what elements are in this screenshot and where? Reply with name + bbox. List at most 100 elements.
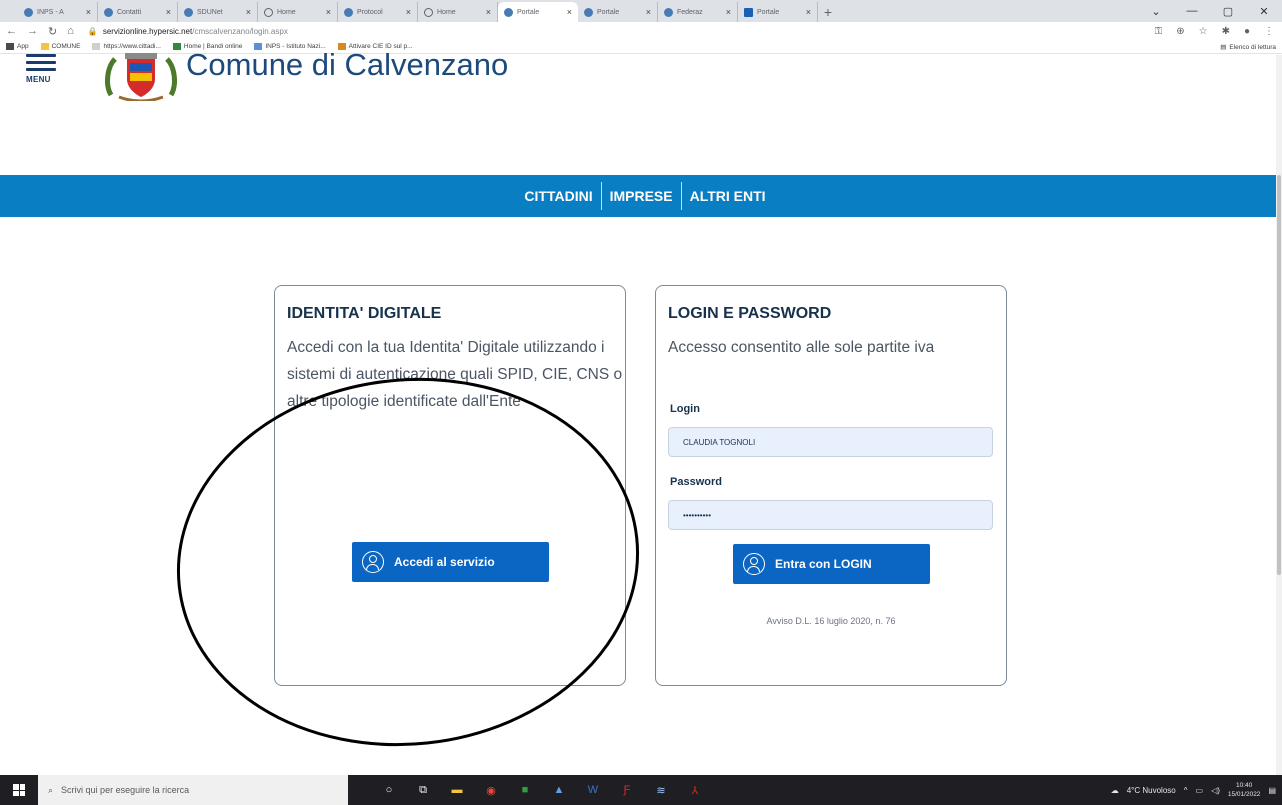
- app-green-icon[interactable]: ■: [518, 783, 532, 797]
- maximize-button[interactable]: ▢: [1210, 0, 1246, 22]
- bookmark-item[interactable]: COMUNE: [40, 43, 80, 50]
- scrollbar-thumb[interactable]: [1277, 175, 1281, 575]
- close-tab-icon[interactable]: ×: [86, 7, 91, 17]
- system-tray: ☁ 4°C Nuvoloso ^ ▭ ◁) 10:40 15/01/2022 ▤: [1111, 775, 1276, 805]
- digital-identity-card: IDENTITA' DIGITALE Accedi con la tua Ide…: [274, 285, 626, 686]
- password-input[interactable]: ••••••••••: [668, 500, 993, 530]
- browser-tab[interactable]: SDUNet ×: [178, 2, 258, 22]
- key-icon[interactable]: ⚿: [1155, 26, 1163, 37]
- taskbar-search-input[interactable]: ⌕ Scrivi qui per eseguire la ricerca: [38, 775, 348, 805]
- nav-item-altri-enti[interactable]: ALTRI ENTI: [682, 182, 774, 210]
- forward-icon[interactable]: →: [27, 25, 38, 37]
- browser-tab[interactable]: Home ×: [258, 2, 338, 22]
- tab-title: Federaz: [677, 8, 703, 16]
- start-button[interactable]: [0, 775, 38, 805]
- tab-title: Contatti: [117, 8, 142, 16]
- address-bar[interactable]: 🔒 servizionline.hypersic.net/cmscalvenza…: [88, 27, 288, 36]
- comune-icon: [104, 7, 113, 17]
- system-clock[interactable]: 10:40 15/01/2022: [1228, 781, 1261, 799]
- wifi-icon[interactable]: ≋: [654, 783, 668, 797]
- share-icon[interactable]: ⊕: [1176, 26, 1184, 37]
- close-tab-icon[interactable]: ×: [646, 7, 651, 17]
- word-icon[interactable]: W: [586, 783, 600, 797]
- folder-icon: [40, 43, 49, 50]
- tab-search-icon[interactable]: ⌄: [1138, 0, 1174, 22]
- nav-item-cittadini[interactable]: CITTADINI: [516, 182, 602, 210]
- login-input[interactable]: CLAUDIA TOGNOLI: [668, 427, 993, 457]
- site-title[interactable]: Comune di Calvenzano: [186, 47, 508, 83]
- browser-tab[interactable]: INPS - A ×: [18, 2, 98, 22]
- comune-icon: [184, 7, 193, 17]
- legal-notice-link[interactable]: Avviso D.L. 16 luglio 2020, n. 76: [656, 616, 1006, 626]
- reload-icon[interactable]: ↻: [48, 25, 57, 38]
- menu-button[interactable]: MENU: [26, 54, 56, 84]
- back-icon[interactable]: ←: [6, 25, 17, 37]
- minimize-button[interactable]: —: [1174, 0, 1210, 22]
- more-menu-icon[interactable]: ⋮: [1264, 26, 1274, 37]
- nav-item-imprese[interactable]: IMPRESE: [602, 182, 682, 210]
- chevron-up-icon[interactable]: ^: [1184, 786, 1188, 795]
- browser-tab[interactable]: Home ×: [418, 2, 498, 22]
- profile-icon[interactable]: ●: [1244, 26, 1250, 37]
- volume-icon[interactable]: ◁): [1211, 786, 1220, 795]
- inps-icon: [24, 7, 33, 17]
- close-tab-icon[interactable]: ×: [806, 7, 811, 17]
- chrome-icon[interactable]: ◉: [484, 783, 498, 797]
- hamburger-bar: [26, 68, 56, 71]
- task-view-icon[interactable]: ⧉: [416, 783, 430, 797]
- star-icon[interactable]: ☆: [1199, 26, 1208, 37]
- app-people-icon[interactable]: ▲: [552, 783, 566, 797]
- user-circle-icon: [362, 551, 384, 573]
- password-input-value: ••••••••••: [683, 510, 712, 520]
- reading-list-button[interactable]: ▤ Elenco di lettura: [1220, 40, 1276, 54]
- close-tab-icon[interactable]: ×: [246, 7, 251, 17]
- tab-title: Protocol: [357, 8, 383, 16]
- login-input-value: CLAUDIA TOGNOLI: [683, 437, 756, 447]
- close-tab-icon[interactable]: ×: [726, 7, 731, 17]
- login-password-description: Accesso consentito alle sole partite iva: [668, 339, 935, 356]
- clock-time: 10:40: [1236, 782, 1253, 789]
- browser-tab-strip: INPS - A × Contatti × SDUNet × Home × Protocol × H…: [0, 0, 1282, 22]
- close-window-button[interactable]: ✕: [1246, 0, 1282, 22]
- access-service-label: Accedi al servizio: [394, 555, 495, 569]
- access-service-button[interactable]: Accedi al servizio: [352, 542, 549, 582]
- close-tab-icon[interactable]: ×: [567, 7, 572, 17]
- tab-title: SDUNet: [197, 8, 223, 16]
- tab-title: Portale: [517, 8, 540, 16]
- notifications-icon[interactable]: ▤: [1268, 786, 1276, 795]
- browser-toolbar: ← → ↻ ⌂ 🔒 servizionline.hypersic.net/cms…: [0, 22, 1282, 40]
- close-tab-icon[interactable]: ×: [486, 7, 491, 17]
- filezilla-icon[interactable]: Ƒ: [620, 783, 634, 797]
- acrobat-icon[interactable]: ⅄: [688, 783, 702, 797]
- weather-status[interactable]: 4°C Nuvoloso: [1127, 786, 1176, 795]
- apps-icon: [6, 43, 14, 50]
- windows-taskbar: ⌕ Scrivi qui per eseguire la ricerca ○ ⧉…: [0, 775, 1282, 805]
- password-field-label: Password: [670, 476, 722, 488]
- bookmark-item[interactable]: App: [6, 43, 29, 50]
- file-explorer-icon[interactable]: ▬: [450, 783, 464, 797]
- cortana-icon[interactable]: ○: [382, 783, 396, 797]
- browser-tab[interactable]: Portale ×: [578, 2, 658, 22]
- close-tab-icon[interactable]: ×: [406, 7, 411, 17]
- extensions-icon[interactable]: ✱: [1222, 26, 1230, 37]
- windows-logo-icon: [13, 784, 25, 796]
- close-tab-icon[interactable]: ×: [166, 7, 171, 17]
- browser-tab[interactable]: Portale ×: [738, 2, 818, 22]
- home-icon[interactable]: ⌂: [67, 25, 74, 37]
- taskbar-search-placeholder: Scrivi qui per eseguire la ricerca: [61, 785, 190, 795]
- browser-tab[interactable]: Portale ×: [498, 2, 578, 22]
- login-button[interactable]: Entra con LOGIN: [733, 544, 930, 584]
- network-icon[interactable]: ▭: [1196, 786, 1204, 795]
- browser-tab[interactable]: Federaz ×: [658, 2, 738, 22]
- cloud-icon: ☁: [1110, 785, 1119, 795]
- page-scrollbar[interactable]: [1276, 55, 1282, 775]
- digital-identity-description: Accedi con la tua Identita' Digitale uti…: [287, 339, 623, 410]
- login-password-heading: LOGIN E PASSWORD: [668, 305, 832, 322]
- blank-icon: [92, 43, 101, 50]
- new-tab-button[interactable]: +: [818, 2, 838, 22]
- close-tab-icon[interactable]: ×: [326, 7, 331, 17]
- browser-tab[interactable]: Contatti ×: [98, 2, 178, 22]
- browser-tab[interactable]: Protocol ×: [338, 2, 418, 22]
- coat-of-arms-logo: [105, 53, 177, 101]
- reading-list-icon: ▤: [1220, 44, 1227, 51]
